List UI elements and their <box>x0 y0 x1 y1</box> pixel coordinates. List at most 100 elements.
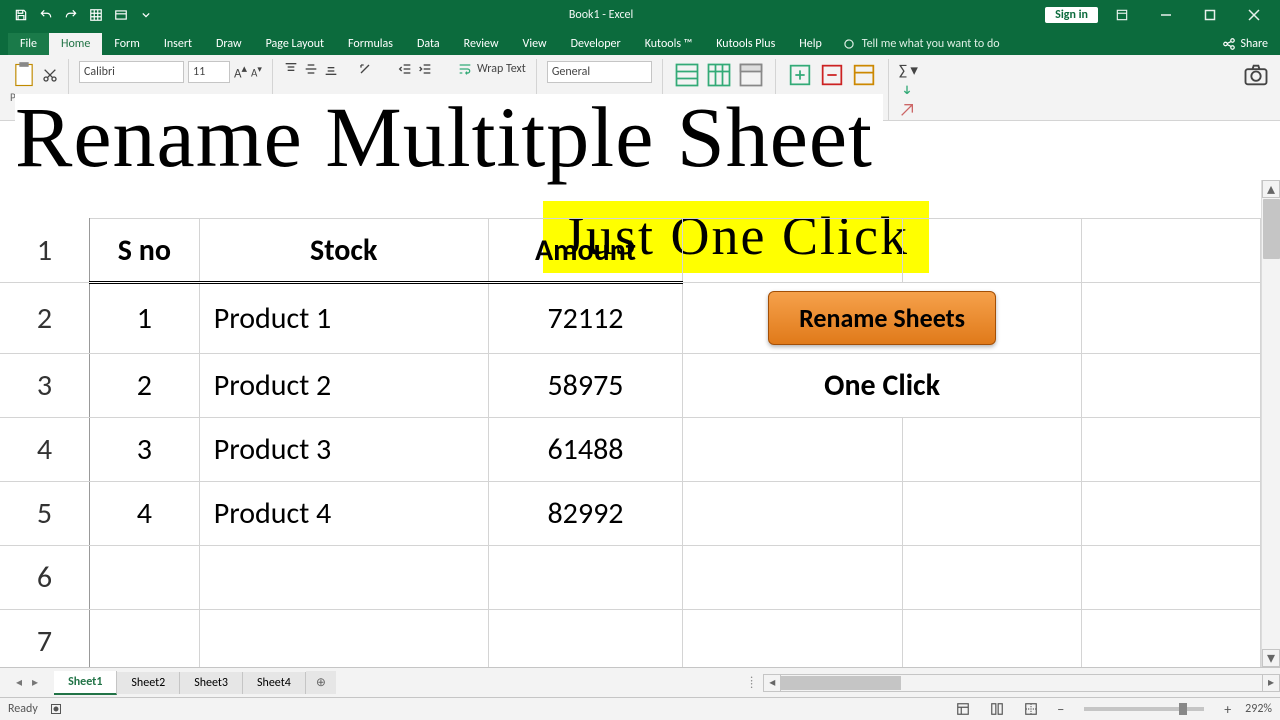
orientation-icon[interactable] <box>357 61 373 77</box>
autosum-icon[interactable]: ∑ ▾ <box>899 61 918 80</box>
cell[interactable] <box>1081 418 1260 482</box>
view-page-layout-icon[interactable] <box>985 700 1009 718</box>
scroll-down-icon[interactable]: ▾ <box>1262 649 1280 667</box>
tab-view[interactable]: View <box>511 33 559 55</box>
cell[interactable] <box>1081 283 1260 354</box>
cell[interactable] <box>683 219 902 283</box>
cell[interactable] <box>1081 354 1260 418</box>
tab-data[interactable]: Data <box>405 33 452 55</box>
cell[interactable] <box>902 219 1081 283</box>
undo-icon[interactable] <box>35 4 57 26</box>
tab-kutools-plus[interactable]: Kutools Plus <box>704 33 787 55</box>
font-name[interactable]: Calibri <box>79 61 184 83</box>
row-header[interactable]: 5 <box>0 482 90 546</box>
scroll-right-icon[interactable]: ▸ <box>1262 674 1280 692</box>
tab-page-layout[interactable]: Page Layout <box>254 33 336 55</box>
row-header[interactable]: 7 <box>0 610 90 674</box>
insert-cells-icon[interactable] <box>786 61 814 89</box>
zoom-slider[interactable] <box>1084 707 1204 711</box>
cell[interactable]: 3 <box>90 418 200 482</box>
qat-table-icon[interactable] <box>110 4 132 26</box>
sheet-tab-2[interactable]: Sheet2 <box>117 672 180 694</box>
ribbon-display-icon[interactable] <box>1102 0 1142 30</box>
signin-button[interactable]: Sign in <box>1045 7 1098 23</box>
align-middle-icon[interactable] <box>303 61 319 77</box>
worksheet[interactable]: 1 S no Stock Amount 2 1 Product 1 72112 … <box>0 180 1261 667</box>
hscroll-thumb[interactable] <box>781 676 901 690</box>
cell[interactable]: 1 <box>90 283 200 354</box>
row-header[interactable]: 1 <box>0 219 90 283</box>
cell[interactable] <box>1081 546 1260 610</box>
cell[interactable] <box>683 610 902 674</box>
horizontal-scrollbar[interactable]: ⁞ ◂ ▸ <box>740 674 1280 692</box>
share-button[interactable]: Share <box>1210 33 1280 55</box>
decrease-font-icon[interactable]: A▾ <box>251 64 262 80</box>
qat-customize-icon[interactable] <box>135 4 157 26</box>
conditional-formatting-icon[interactable] <box>673 61 701 89</box>
font-size[interactable]: 11 <box>188 61 230 83</box>
format-table-icon[interactable] <box>705 61 733 89</box>
sheet-tab-4[interactable]: Sheet4 <box>243 672 306 694</box>
cell[interactable] <box>90 610 200 674</box>
cut-icon[interactable] <box>42 67 58 83</box>
tab-review[interactable]: Review <box>452 33 511 55</box>
add-sheet-icon[interactable]: ⊕ <box>306 671 336 694</box>
cell[interactable]: Product 3 <box>199 418 488 482</box>
cell[interactable]: 58975 <box>488 354 683 418</box>
minimize-icon[interactable] <box>1146 0 1186 30</box>
row-header[interactable]: 4 <box>0 418 90 482</box>
one-click-label[interactable]: One Click <box>683 354 1082 418</box>
cell[interactable]: Product 2 <box>199 354 488 418</box>
scroll-thumb[interactable] <box>1263 199 1280 259</box>
cell-header-sno[interactable]: S no <box>90 219 200 283</box>
format-cells-icon[interactable] <box>850 61 878 89</box>
row-header[interactable]: 2 <box>0 283 90 354</box>
align-top-icon[interactable] <box>283 61 299 77</box>
tab-kutools[interactable]: Kutools ™ <box>633 33 705 55</box>
paste-icon[interactable] <box>10 61 38 89</box>
fill-icon[interactable] <box>899 83 915 99</box>
wrap-text-icon[interactable] <box>457 61 473 77</box>
cell-header-stock[interactable]: Stock <box>199 219 488 283</box>
tell-me[interactable]: Tell me what you want to do <box>834 33 1008 55</box>
vertical-scrollbar[interactable]: ▴ ▾ <box>1261 180 1280 667</box>
tab-developer[interactable]: Developer <box>559 33 633 55</box>
number-format[interactable]: General <box>547 61 652 83</box>
cell[interactable] <box>683 482 902 546</box>
zoom-in-icon[interactable]: + <box>1220 701 1235 718</box>
cell[interactable]: 4 <box>90 482 200 546</box>
sheet-tab-1[interactable]: Sheet1 <box>54 671 117 695</box>
cell[interactable] <box>1081 219 1260 283</box>
row-header[interactable]: 3 <box>0 354 90 418</box>
cell-header-amount[interactable]: Amount <box>488 219 683 283</box>
redo-icon[interactable] <box>60 4 82 26</box>
cell[interactable]: Product 1 <box>199 283 488 354</box>
rename-sheets-button[interactable]: Rename Sheets <box>768 291 996 345</box>
cell[interactable]: 2 <box>90 354 200 418</box>
cell[interactable] <box>488 546 683 610</box>
tab-home[interactable]: Home <box>49 33 102 55</box>
maximize-icon[interactable] <box>1190 0 1230 30</box>
cell[interactable] <box>683 546 902 610</box>
cell[interactable] <box>902 418 1081 482</box>
cell[interactable] <box>199 546 488 610</box>
cell[interactable] <box>1081 610 1260 674</box>
tab-help[interactable]: Help <box>787 33 834 55</box>
cell[interactable] <box>902 610 1081 674</box>
cell[interactable] <box>902 482 1081 546</box>
tab-insert[interactable]: Insert <box>152 33 204 55</box>
cell[interactable] <box>1081 482 1260 546</box>
delete-cells-icon[interactable] <box>818 61 846 89</box>
tab-formulas[interactable]: Formulas <box>336 33 405 55</box>
tab-draw[interactable]: Draw <box>204 33 254 55</box>
cell[interactable] <box>90 546 200 610</box>
cell[interactable]: 61488 <box>488 418 683 482</box>
cell[interactable] <box>902 546 1081 610</box>
row-header[interactable]: 6 <box>0 546 90 610</box>
sheet-nav[interactable]: ◂▸ <box>0 673 54 692</box>
zoom-level[interactable]: 292% <box>1245 702 1272 716</box>
cell[interactable] <box>488 610 683 674</box>
wrap-text-label[interactable]: Wrap Text <box>477 62 526 76</box>
decrease-indent-icon[interactable] <box>397 61 413 77</box>
cell[interactable]: Product 4 <box>199 482 488 546</box>
